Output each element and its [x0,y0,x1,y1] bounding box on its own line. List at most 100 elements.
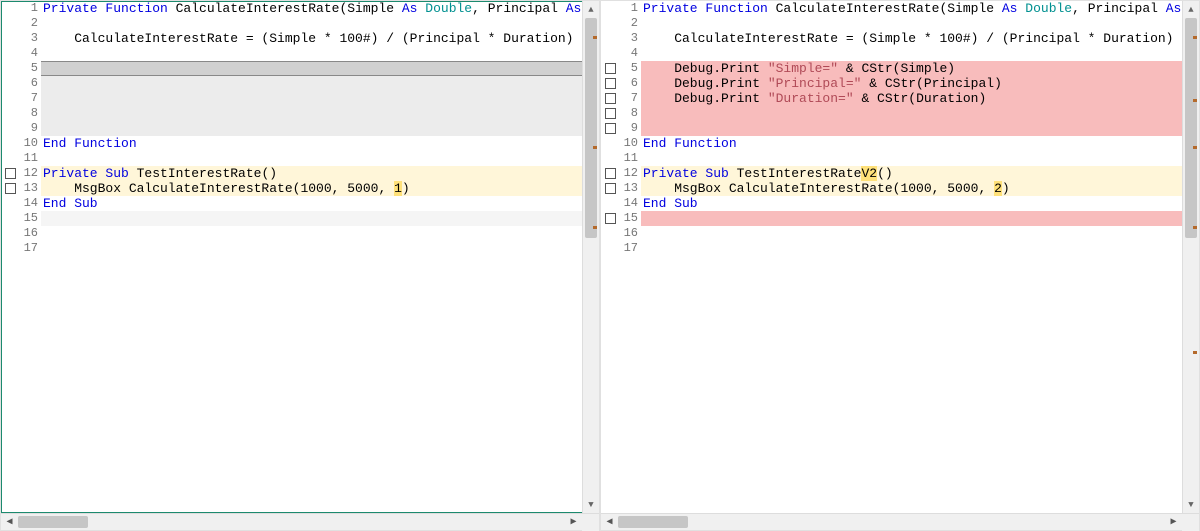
scroll-left-arrow-icon[interactable]: ◀ [1,514,18,531]
code-row[interactable]: 17 [601,241,1182,256]
code-row[interactable]: 15 [1,211,582,226]
line-number: 3 [19,31,41,46]
code-row[interactable]: 8 [1,106,582,121]
code-cell[interactable]: CalculateInterestRate = (Simple * 100#) … [641,31,1182,46]
code-cell[interactable]: Debug.Print "Simple=" & CStr(Simple) [641,61,1182,76]
code-cell[interactable] [41,151,582,166]
code-row[interactable]: 12Private Sub TestInterestRate() [1,166,582,181]
code-row[interactable]: 17 [1,241,582,256]
left-horizontal-scrollbar[interactable]: ◀▶ [1,513,599,530]
right-vertical-scrollbar[interactable]: ▲▼ [1182,1,1199,513]
vertical-scroll-thumb[interactable] [1185,18,1197,238]
code-cell[interactable]: Debug.Print "Principal=" & CStr(Principa… [641,76,1182,91]
diff-checkbox[interactable] [605,213,616,224]
code-row[interactable]: 6 [1,76,582,91]
code-row[interactable]: 10End Function [1,136,582,151]
code-row[interactable]: 5 Debug.Print "Simple=" & CStr(Simple) [601,61,1182,76]
code-row[interactable]: 9 [601,121,1182,136]
code-row[interactable]: 16 [1,226,582,241]
code-cell[interactable] [641,211,1182,226]
diff-checkbox[interactable] [5,168,16,179]
diff-checkbox[interactable] [605,168,616,179]
code-cell[interactable] [641,46,1182,61]
code-cell[interactable]: Private Function CalculateInterestRate(S… [41,1,582,16]
right-code-area[interactable]: 1Private Function CalculateInterestRate(… [601,1,1182,513]
code-cell[interactable]: MsgBox CalculateInterestRate(1000, 5000,… [41,181,582,196]
diff-checkbox[interactable] [605,108,616,119]
code-row[interactable]: 1Private Function CalculateInterestRate(… [1,1,582,16]
code-cell[interactable] [641,151,1182,166]
code-cell[interactable] [41,46,582,61]
diff-checkbox[interactable] [605,93,616,104]
code-cell[interactable] [41,91,582,106]
code-cell[interactable] [41,226,582,241]
diff-checkbox[interactable] [605,183,616,194]
horizontal-scroll-track[interactable] [18,514,565,531]
code-row[interactable]: 6 Debug.Print "Principal=" & CStr(Princi… [601,76,1182,91]
code-cell[interactable]: CalculateInterestRate = (Simple * 100#) … [41,31,582,46]
code-row[interactable]: 2 [1,16,582,31]
code-cell[interactable] [641,16,1182,31]
code-cell[interactable] [41,241,582,256]
right-horizontal-scrollbar[interactable]: ◀▶ [601,513,1199,530]
code-cell[interactable]: Debug.Print "Duration=" & CStr(Duration) [641,91,1182,106]
horizontal-scroll-thumb[interactable] [618,516,688,528]
diff-checkbox[interactable] [5,183,16,194]
code-cell[interactable]: Private Sub TestInterestRateV2() [641,166,1182,181]
code-cell[interactable] [41,106,582,121]
code-row[interactable]: 7 [1,91,582,106]
scroll-down-arrow-icon[interactable]: ▼ [583,496,599,513]
code-cell[interactable]: End Function [41,136,582,151]
code-row[interactable]: 15 [601,211,1182,226]
code-row[interactable]: 4 [1,46,582,61]
left-vertical-scrollbar[interactable]: ▲▼ [582,1,599,513]
code-row[interactable]: 16 [601,226,1182,241]
scroll-right-arrow-icon[interactable]: ▶ [1165,514,1182,531]
code-row[interactable]: 2 [601,16,1182,31]
code-cell[interactable] [41,211,582,226]
left-code-area[interactable]: 1Private Function CalculateInterestRate(… [1,1,582,513]
code-cell[interactable] [41,121,582,136]
scroll-left-arrow-icon[interactable]: ◀ [601,514,618,531]
code-cell[interactable] [41,76,582,91]
code-cell[interactable] [41,16,582,31]
code-row[interactable]: 10End Function [601,136,1182,151]
code-cell[interactable]: Private Function CalculateInterestRate(S… [641,1,1182,16]
code-row[interactable]: 3 CalculateInterestRate = (Simple * 100#… [1,31,582,46]
code-cell[interactable]: End Sub [41,196,582,211]
line-number: 16 [619,226,641,241]
diff-checkbox[interactable] [605,78,616,89]
code-cell[interactable]: Private Sub TestInterestRate() [41,166,582,181]
code-row[interactable]: 13 MsgBox CalculateInterestRate(1000, 50… [1,181,582,196]
code-cell[interactable] [641,121,1182,136]
code-cell[interactable] [641,226,1182,241]
code-row[interactable]: 14End Sub [1,196,582,211]
vertical-scroll-thumb[interactable] [585,18,597,238]
code-row[interactable]: 12Private Sub TestInterestRateV2() [601,166,1182,181]
code-cell[interactable]: MsgBox CalculateInterestRate(1000, 5000,… [641,181,1182,196]
code-row[interactable]: 3 CalculateInterestRate = (Simple * 100#… [601,31,1182,46]
scroll-right-arrow-icon[interactable]: ▶ [565,514,582,531]
code-row[interactable]: 1Private Function CalculateInterestRate(… [601,1,1182,16]
code-cell[interactable]: End Function [641,136,1182,151]
horizontal-scroll-thumb[interactable] [18,516,88,528]
horizontal-scroll-track[interactable] [618,514,1165,531]
code-row[interactable]: 14End Sub [601,196,1182,211]
scroll-down-arrow-icon[interactable]: ▼ [1183,496,1199,513]
code-row[interactable]: 11 [1,151,582,166]
code-row[interactable]: 9 [1,121,582,136]
scroll-up-arrow-icon[interactable]: ▲ [1183,1,1199,18]
code-cell[interactable] [641,106,1182,121]
code-row[interactable]: 5 [1,61,582,76]
code-row[interactable]: 8 [601,106,1182,121]
diff-checkbox[interactable] [605,123,616,134]
code-row[interactable]: 13 MsgBox CalculateInterestRate(1000, 50… [601,181,1182,196]
code-cell[interactable] [641,241,1182,256]
code-cell[interactable]: End Sub [641,196,1182,211]
code-row[interactable]: 11 [601,151,1182,166]
code-row[interactable]: 7 Debug.Print "Duration=" & CStr(Duratio… [601,91,1182,106]
code-row[interactable]: 4 [601,46,1182,61]
code-cell[interactable] [41,61,582,76]
scroll-up-arrow-icon[interactable]: ▲ [583,1,599,18]
diff-checkbox[interactable] [605,63,616,74]
